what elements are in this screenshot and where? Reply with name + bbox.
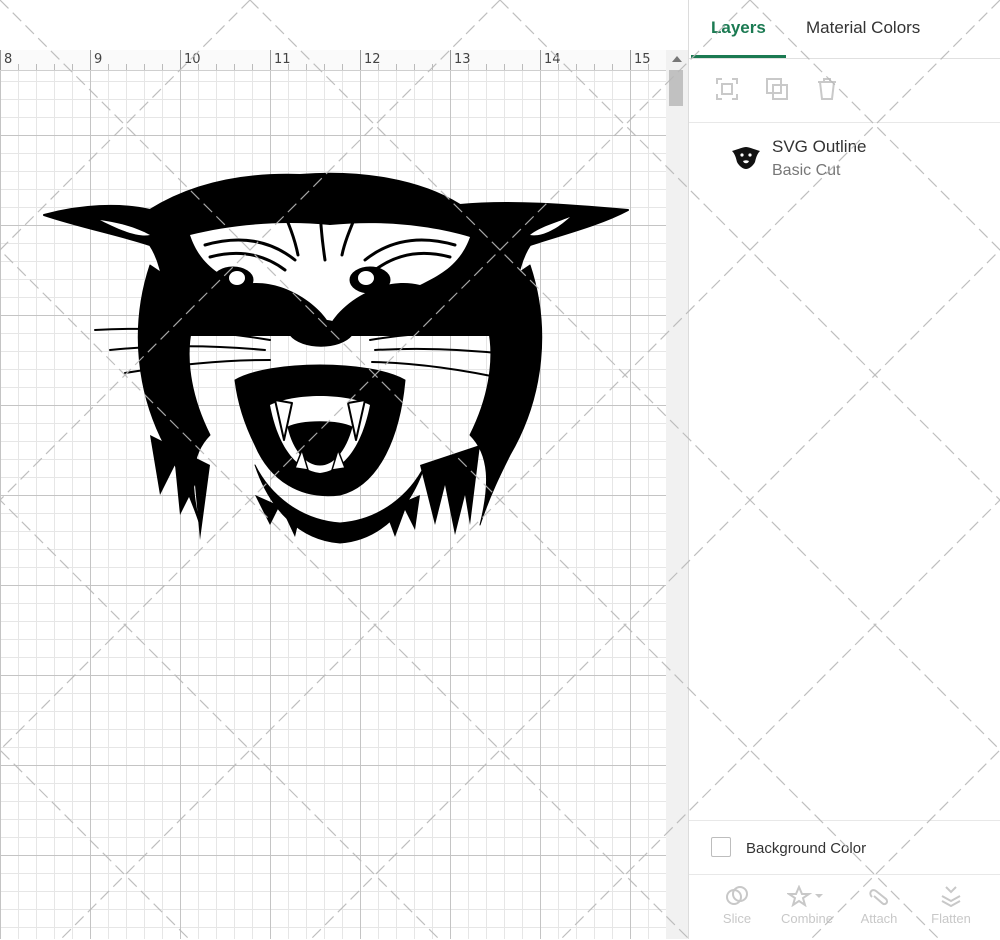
slice-icon [726,886,748,905]
ruler-minor-tick [378,64,379,70]
tab-layers[interactable]: Layers [711,18,766,38]
ruler-label: 9 [94,52,103,67]
ruler-minor-tick [432,64,433,70]
ruler-minor-tick [414,64,415,70]
vertical-scrollbar[interactable] [666,50,688,939]
slice-button[interactable]: Slice [707,885,767,926]
ruler-minor-tick [594,64,595,70]
layer-name: SVG Outline [772,137,867,156]
ruler-tick [180,50,181,70]
combine-label: Combine [780,911,834,926]
tab-material-colors[interactable]: Material Colors [806,18,920,38]
combine-button[interactable]: Combine [777,885,837,926]
bottom-toolbar: Slice Combine Attach Flatten [689,874,1000,940]
trash-icon[interactable] [814,76,840,102]
background-color-checkbox[interactable] [711,837,731,857]
horizontal-ruler: 8 9 10 11 12 13 14 15 [0,50,666,71]
ruler-minor-tick [558,64,559,70]
ruler-tick [360,50,361,70]
flatten-label: Flatten [931,911,971,926]
background-color-label: Background Color [746,840,867,857]
ruler-minor-tick [612,64,613,70]
ruler-minor-tick [162,64,163,70]
wildcat-thumbnail-icon [732,147,760,169]
ruler-minor-tick [396,64,397,70]
ruler-minor-tick [144,64,145,70]
attach-label: Attach [860,911,898,926]
group-icon[interactable] [714,76,740,102]
flatten-icon [941,886,961,907]
layers-toolbar [689,58,1000,123]
ruler-minor-tick [324,64,325,70]
ruler-label: 8 [4,52,13,67]
design-canvas[interactable]: 8 9 10 11 12 13 14 15 [0,0,688,939]
ruler-minor-tick [72,64,73,70]
ruler-minor-tick [216,64,217,70]
panel-tabs: Layers Material Colors [689,0,1000,59]
combine-icon [787,885,823,907]
slice-label: Slice [722,911,752,926]
ruler-minor-tick [468,64,469,70]
ruler-minor-tick [504,64,505,70]
ruler-tick [270,50,271,70]
ruler-tick [90,50,91,70]
scroll-up-arrow-icon[interactable] [672,56,682,62]
ruler-tick [0,50,1,70]
ruler-minor-tick [288,64,289,70]
ruler-minor-tick [522,64,523,70]
attach-button[interactable]: Attach [849,885,909,926]
ruler-tick [450,50,451,70]
ruler-minor-tick [486,64,487,70]
ruler-minor-tick [126,64,127,70]
ruler-minor-tick [108,64,109,70]
duplicate-icon[interactable] [764,76,790,102]
wildcat-head-design[interactable] [40,165,640,550]
ruler-minor-tick [252,64,253,70]
ruler-minor-tick [18,64,19,70]
ruler-minor-tick [198,64,199,70]
ruler-minor-tick [54,64,55,70]
ruler-minor-tick [342,64,343,70]
ruler-minor-tick [36,64,37,70]
ruler-minor-tick [234,64,235,70]
ruler-minor-tick [576,64,577,70]
layer-operation: Basic Cut [772,162,841,179]
scrollbar-thumb[interactable] [669,70,683,106]
ruler-tick [540,50,541,70]
flatten-button[interactable]: Flatten [921,885,981,926]
ruler-minor-tick [648,64,649,70]
layers-panel: Layers Material Colors SVG Outline Basic… [688,0,1000,939]
ruler-tick [630,50,631,70]
ruler-minor-tick [306,64,307,70]
background-color-row: Background Color [689,820,1000,875]
attach-icon [869,889,889,906]
layer-item[interactable]: SVG Outline Basic Cut [689,124,1000,188]
